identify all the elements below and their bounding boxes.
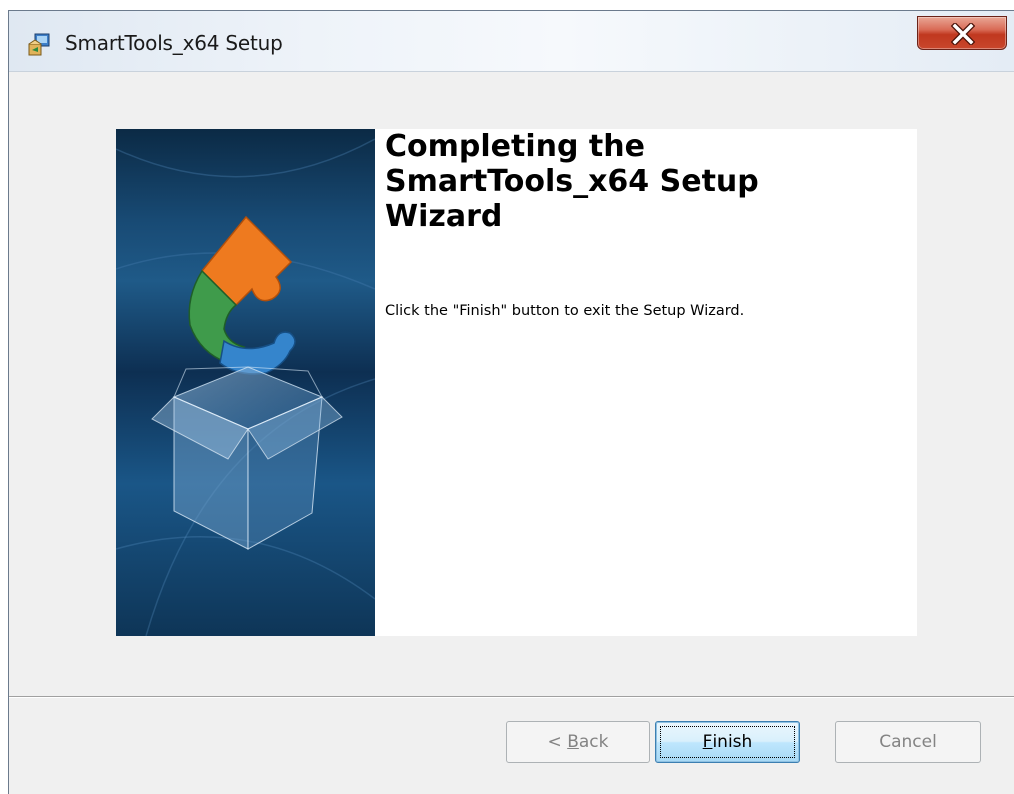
- back-button-mnemonic: B: [567, 732, 579, 752]
- cancel-button-label: Cancel: [879, 732, 937, 752]
- cancel-button[interactable]: Cancel: [835, 721, 981, 763]
- window-title: SmartTools_x64 Setup: [65, 31, 283, 55]
- page-title: Completing the SmartTools_x64 Setup Wiza…: [385, 129, 759, 234]
- installer-box-puzzle-graphic: [116, 129, 375, 636]
- title-bar[interactable]: SmartTools_x64 Setup: [9, 11, 1014, 71]
- setup-window: SmartTools_x64 Setup Completing the Smar…: [8, 10, 1014, 794]
- finish-button[interactable]: Finish: [655, 721, 800, 763]
- back-button[interactable]: < Back: [506, 721, 650, 763]
- close-button[interactable]: [917, 16, 1007, 50]
- completion-panel: Completing the SmartTools_x64 Setup Wiza…: [375, 129, 917, 636]
- installer-icon: [26, 32, 52, 58]
- back-button-prefix: <: [547, 732, 568, 752]
- back-button-label: ack: [578, 732, 609, 752]
- wizard-body: Completing the SmartTools_x64 Setup Wiza…: [9, 71, 1014, 794]
- close-x-icon: [951, 23, 975, 45]
- divider: [9, 696, 1014, 698]
- focus-rectangle: [660, 726, 795, 758]
- instruction-text: Click the "Finish" button to exit the Se…: [385, 303, 745, 319]
